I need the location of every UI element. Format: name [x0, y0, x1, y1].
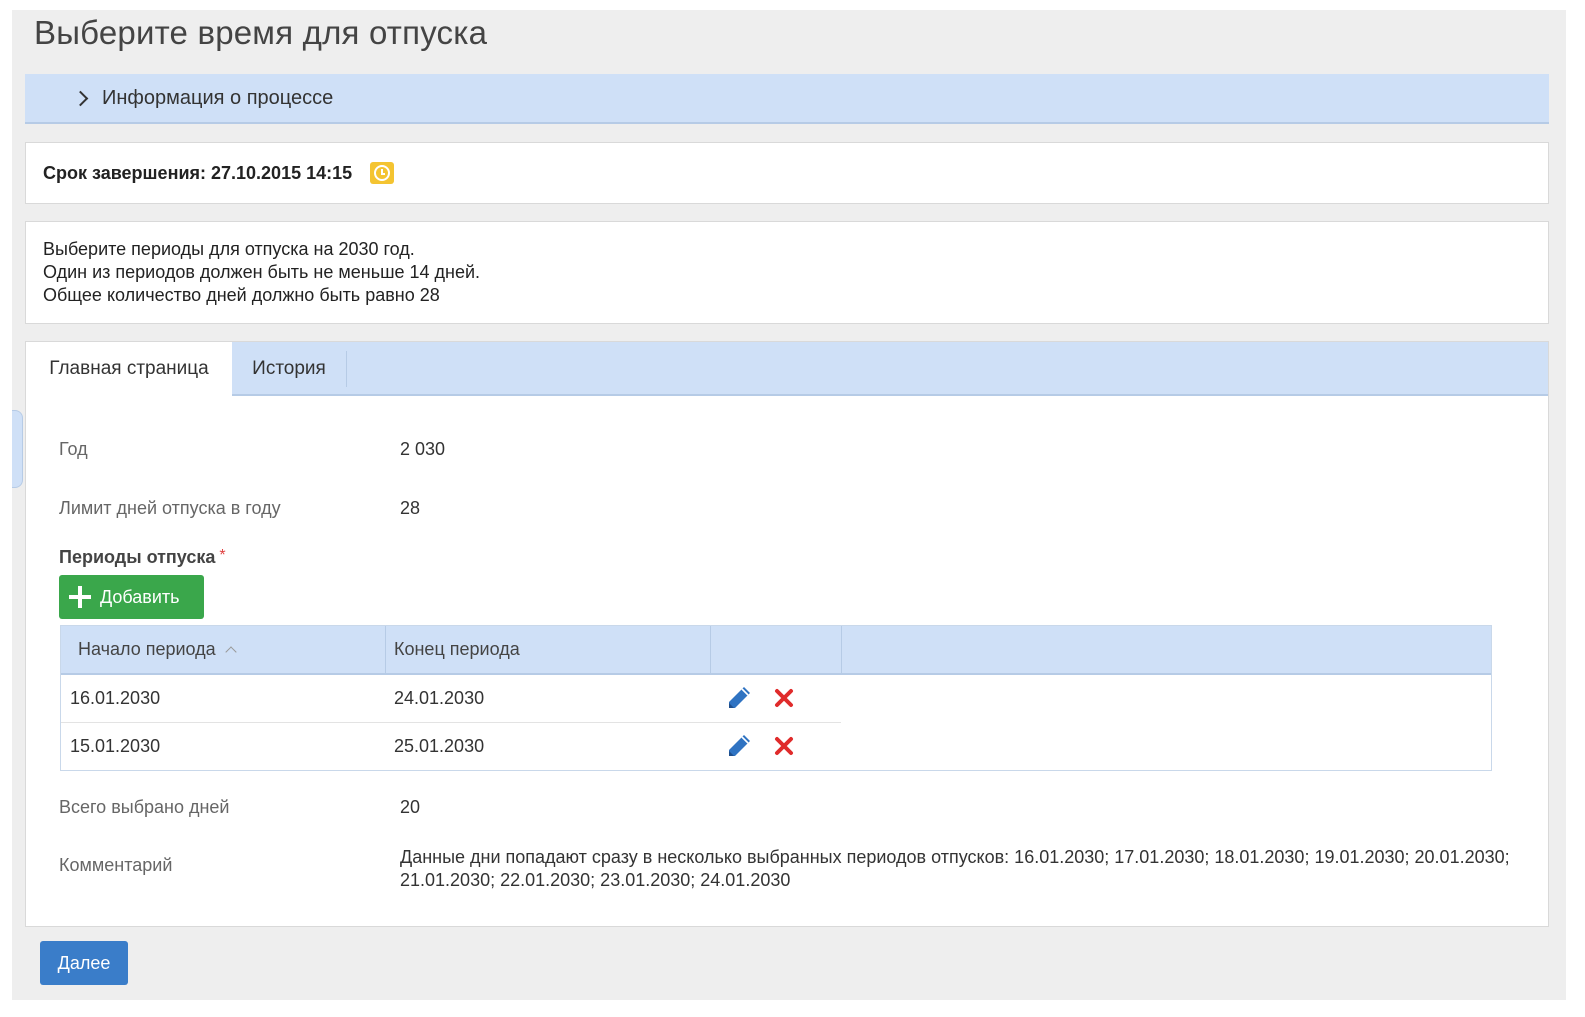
delete-icon[interactable]: [773, 735, 795, 757]
deadline-text: Срок завершения: 27.10.2015 14:15: [43, 162, 353, 183]
year-label: Год: [59, 439, 88, 459]
limit-value: 28: [400, 498, 421, 518]
period-end-cell: 25.01.2030: [394, 735, 485, 756]
table-row: 16.01.2030 24.01.2030: [61, 675, 841, 723]
delete-icon[interactable]: [773, 687, 795, 709]
tab-bar: Главная страница История: [26, 342, 1548, 396]
instruction-line: Выберите периоды для отпуска на 2030 год…: [43, 239, 415, 259]
add-period-button[interactable]: Добавить: [59, 575, 204, 619]
tab-history[interactable]: История: [232, 351, 347, 387]
limit-label: Лимит дней отпуска в году: [59, 498, 281, 518]
periods-table: Начало периода Конец периода 16.01.2030 …: [60, 625, 1492, 771]
instruction-line: Один из периодов должен быть не меньше 1…: [43, 262, 481, 282]
column-header-end-label: Конец периода: [394, 639, 520, 659]
process-info-label: Информация о процессе: [102, 86, 334, 109]
tab-main-page[interactable]: Главная страница: [26, 342, 232, 396]
comment-value: Данные дни попадают сразу в несколько вы…: [400, 847, 1510, 890]
year-value: 2 030: [400, 439, 446, 459]
total-days-label: Всего выбрано дней: [59, 797, 230, 817]
next-button[interactable]: Далее: [40, 941, 128, 985]
edit-pencil-icon[interactable]: [725, 684, 753, 712]
sort-ascending-icon: [225, 646, 237, 658]
period-end-cell: 24.01.2030: [394, 687, 485, 708]
instructions-panel: Выберите периоды для отпуска на 2030 год…: [25, 221, 1549, 324]
periods-title: Периоды отпуска *: [59, 547, 226, 568]
add-period-label: Добавить: [100, 586, 180, 607]
column-header-end[interactable]: Конец периода: [386, 626, 711, 673]
total-days-value: 20: [400, 797, 421, 817]
instruction-line: Общее количество дней должно быть равно …: [43, 285, 440, 305]
table-row: 15.01.2030 25.01.2030: [61, 723, 841, 770]
process-info-toggle[interactable]: Информация о процессе: [25, 74, 1549, 124]
table-header: Начало периода Конец периода: [61, 626, 1491, 675]
column-header-start-label: Начало периода: [78, 639, 216, 659]
deadline-panel: Срок завершения: 27.10.2015 14:15: [25, 142, 1549, 204]
comment-label: Комментарий: [59, 855, 173, 875]
side-panel-handle[interactable]: [12, 410, 23, 488]
chevron-right-icon: [72, 90, 89, 106]
page-title: Выберите время для отпуска: [34, 14, 488, 51]
period-start-cell: 15.01.2030: [70, 735, 161, 756]
periods-title-text: Периоды отпуска: [59, 547, 216, 567]
column-header-start[interactable]: Начало периода: [61, 626, 386, 673]
main-panel: Главная страница История Год 2 030 Лимит…: [25, 341, 1549, 927]
edit-pencil-icon[interactable]: [725, 732, 753, 760]
plus-icon: [69, 586, 91, 608]
column-header-actions: [711, 626, 842, 673]
required-marker: *: [219, 547, 226, 564]
period-start-cell: 16.01.2030: [70, 687, 161, 708]
clock-icon: [370, 162, 395, 184]
